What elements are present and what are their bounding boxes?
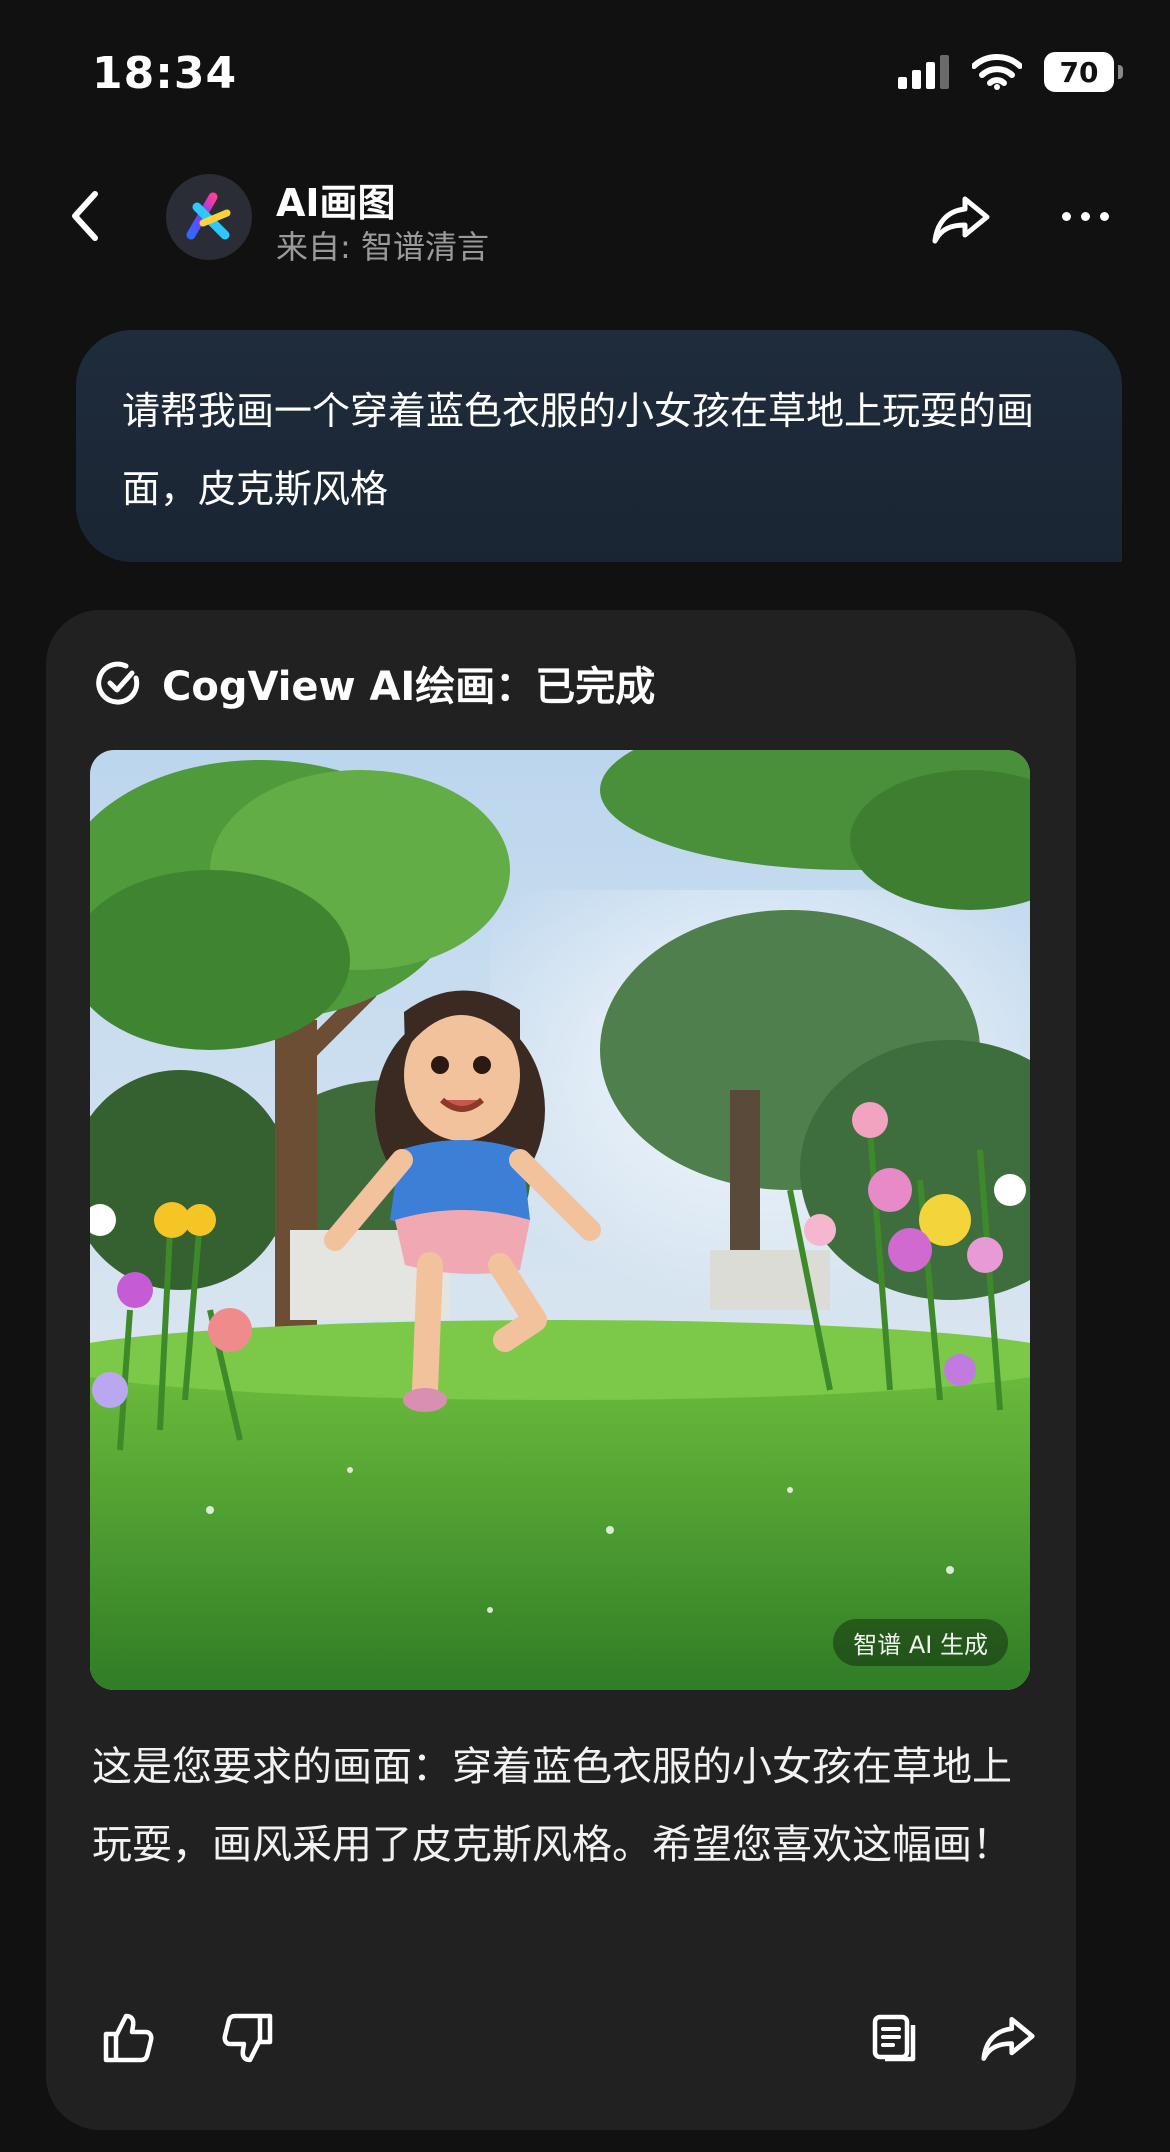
avatar[interactable] — [166, 174, 252, 260]
generated-picture — [90, 750, 1030, 1690]
thumbs-up-icon — [103, 2013, 154, 2063]
generated-image[interactable]: 智谱 AI 生成 — [90, 750, 1030, 1690]
share-icon — [981, 2017, 1035, 2061]
more-button[interactable] — [1050, 186, 1120, 246]
share-icon — [932, 196, 990, 244]
back-icon — [72, 191, 98, 241]
message-actions — [92, 1990, 1052, 2090]
wifi-icon — [972, 54, 1022, 90]
generation-status-text: CogView AI绘画：已完成 — [162, 664, 656, 710]
user-message-text: 请帮我画一个穿着蓝色衣服的小女孩在草地上玩耍的画面，皮克斯风格 — [122, 389, 1035, 511]
generation-status: CogView AI绘画：已完成 — [96, 654, 655, 712]
status-icons: 70 — [898, 52, 1123, 92]
thumbs-down-icon — [222, 2013, 273, 2063]
ai-response-card: CogView AI绘画：已完成 智谱 AI 生成 这是您要求的画面：穿着蓝色衣… — [46, 610, 1076, 2130]
page-subtitle: 来自: 智谱清言 — [276, 228, 489, 266]
status-time: 18:34 — [92, 48, 238, 99]
copy-icon — [872, 2014, 916, 2062]
share-button[interactable] — [926, 184, 996, 254]
back-button[interactable] — [54, 186, 114, 246]
ai-watermark: 智谱 AI 生成 — [833, 1619, 1008, 1666]
dislike-button[interactable] — [212, 2002, 284, 2074]
copy-button[interactable] — [860, 2002, 932, 2074]
ai-reply-text: 这是您要求的画面：穿着蓝色衣服的小女孩在草地上玩耍，画风采用了皮克斯风格。希望您… — [92, 1744, 1012, 1868]
page-title: AI画图 — [276, 181, 396, 225]
more-icon — [1061, 211, 1071, 221]
status-bar: 18:34 70 — [0, 0, 1170, 150]
battery-level: 70 — [1059, 55, 1099, 89]
like-button[interactable] — [92, 2002, 164, 2074]
share-message-button[interactable] — [972, 2002, 1044, 2074]
user-message-bubble[interactable]: 请帮我画一个穿着蓝色衣服的小女孩在草地上玩耍的画面，皮克斯风格 — [76, 330, 1122, 562]
signal-icon — [898, 55, 949, 89]
app-logo-icon — [186, 192, 231, 240]
check-circle-icon — [96, 661, 140, 705]
battery-icon: 70 — [1044, 52, 1123, 92]
chat-header: AI画图 来自: 智谱清言 — [0, 160, 1170, 280]
